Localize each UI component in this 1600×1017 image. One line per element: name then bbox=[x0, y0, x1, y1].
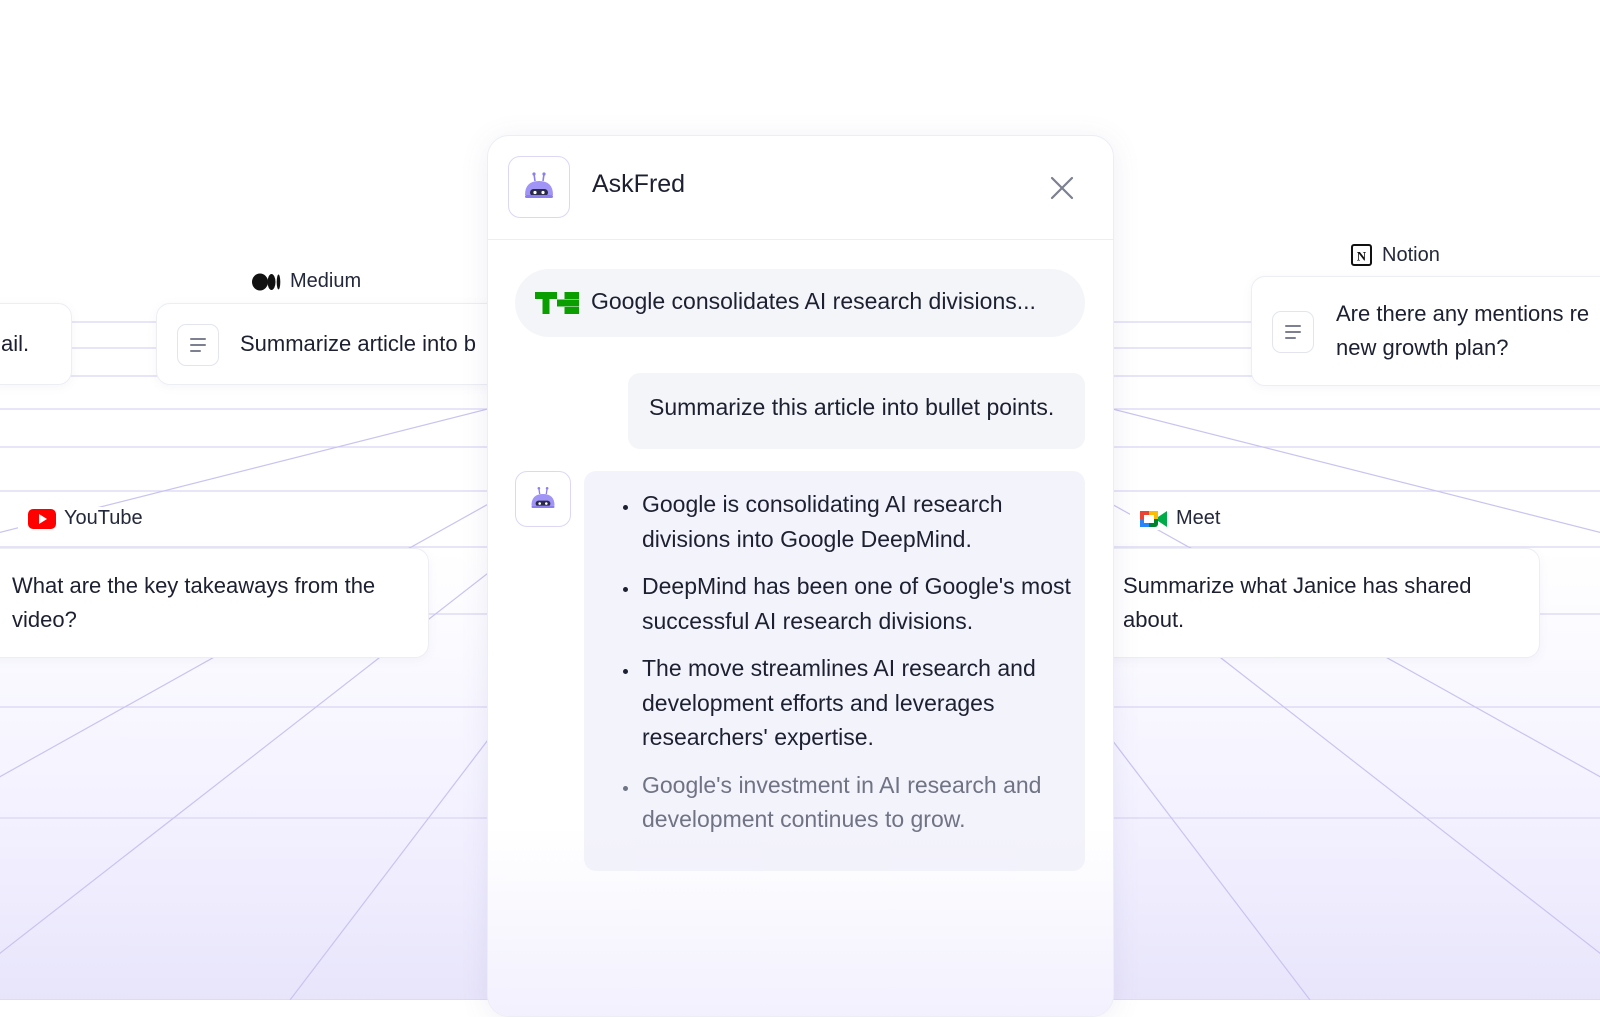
meet-prompt-card[interactable]: Summarize what Janice has shared about. bbox=[1100, 548, 1540, 658]
bot-bullet-list: Google is consolidating AI research divi… bbox=[620, 487, 1080, 850]
bot-avatar bbox=[515, 471, 571, 527]
close-button[interactable] bbox=[1048, 174, 1076, 202]
robot-avatar-icon bbox=[531, 486, 555, 509]
google-meet-logo-icon bbox=[1140, 510, 1167, 527]
svg-text:N: N bbox=[1357, 249, 1367, 264]
panel-header: AskFred bbox=[488, 136, 1113, 240]
medium-source-label: Medium bbox=[246, 270, 367, 293]
medium-source-name: Medium bbox=[290, 270, 362, 292]
medium-prompt-card[interactable]: Summarize article into b bbox=[156, 303, 528, 385]
meet-source-name: Meet bbox=[1176, 507, 1221, 529]
bot-bullet: DeepMind has been one of Google's most s… bbox=[640, 569, 1080, 638]
bot-response-bubble: Google is consolidating AI research divi… bbox=[584, 471, 1085, 871]
notion-prompt-text: Are there any mentions re new growth pla… bbox=[1336, 301, 1590, 360]
youtube-logo-icon bbox=[28, 508, 56, 529]
close-icon bbox=[1050, 176, 1074, 200]
user-message-bubble: Summarize this article into bullet point… bbox=[628, 373, 1085, 449]
panel-title: AskFred bbox=[592, 170, 686, 198]
notion-source-label: N Notion bbox=[1344, 243, 1446, 267]
robot-avatar-icon bbox=[525, 172, 553, 198]
document-lines-icon bbox=[177, 324, 219, 366]
notion-prompt-card[interactable]: Are there any mentions re new growth pla… bbox=[1251, 276, 1600, 386]
panel-bottom-fade bbox=[488, 826, 1113, 1016]
partial-prompt-card[interactable]: ail. bbox=[0, 303, 72, 385]
meet-source-label: Meet bbox=[1130, 507, 1231, 530]
meet-prompt-text: Summarize what Janice has shared about. bbox=[1123, 573, 1472, 632]
source-article-pill[interactable]: Google consolidates AI research division… bbox=[515, 269, 1085, 337]
youtube-prompt-card[interactable]: What are the key takeaways from the vide… bbox=[0, 548, 429, 658]
bot-bullet: Google is consolidating AI research divi… bbox=[640, 487, 1080, 556]
notion-source-name: Notion bbox=[1382, 243, 1440, 266]
notion-logo-icon: N bbox=[1351, 244, 1372, 266]
youtube-prompt-text: What are the key takeaways from the vide… bbox=[12, 573, 376, 632]
source-article-title: Google consolidates AI research division… bbox=[591, 288, 1036, 314]
medium-prompt-text: Summarize article into b bbox=[240, 331, 476, 356]
youtube-source-label: YouTube bbox=[18, 507, 153, 530]
youtube-source-name: YouTube bbox=[64, 507, 143, 529]
robot-avatar bbox=[508, 156, 570, 218]
askfred-chat-panel: AskFred Google consolidates AI research … bbox=[487, 135, 1114, 1017]
user-message-text: Summarize this article into bullet point… bbox=[649, 394, 1055, 420]
partial-prompt-text: ail. bbox=[1, 331, 30, 356]
bot-bullet: The move streamlines AI research and dev… bbox=[640, 651, 1080, 755]
techcrunch-logo-icon bbox=[535, 292, 579, 314]
document-lines-icon bbox=[1272, 311, 1314, 353]
medium-logo-icon bbox=[252, 273, 281, 290]
